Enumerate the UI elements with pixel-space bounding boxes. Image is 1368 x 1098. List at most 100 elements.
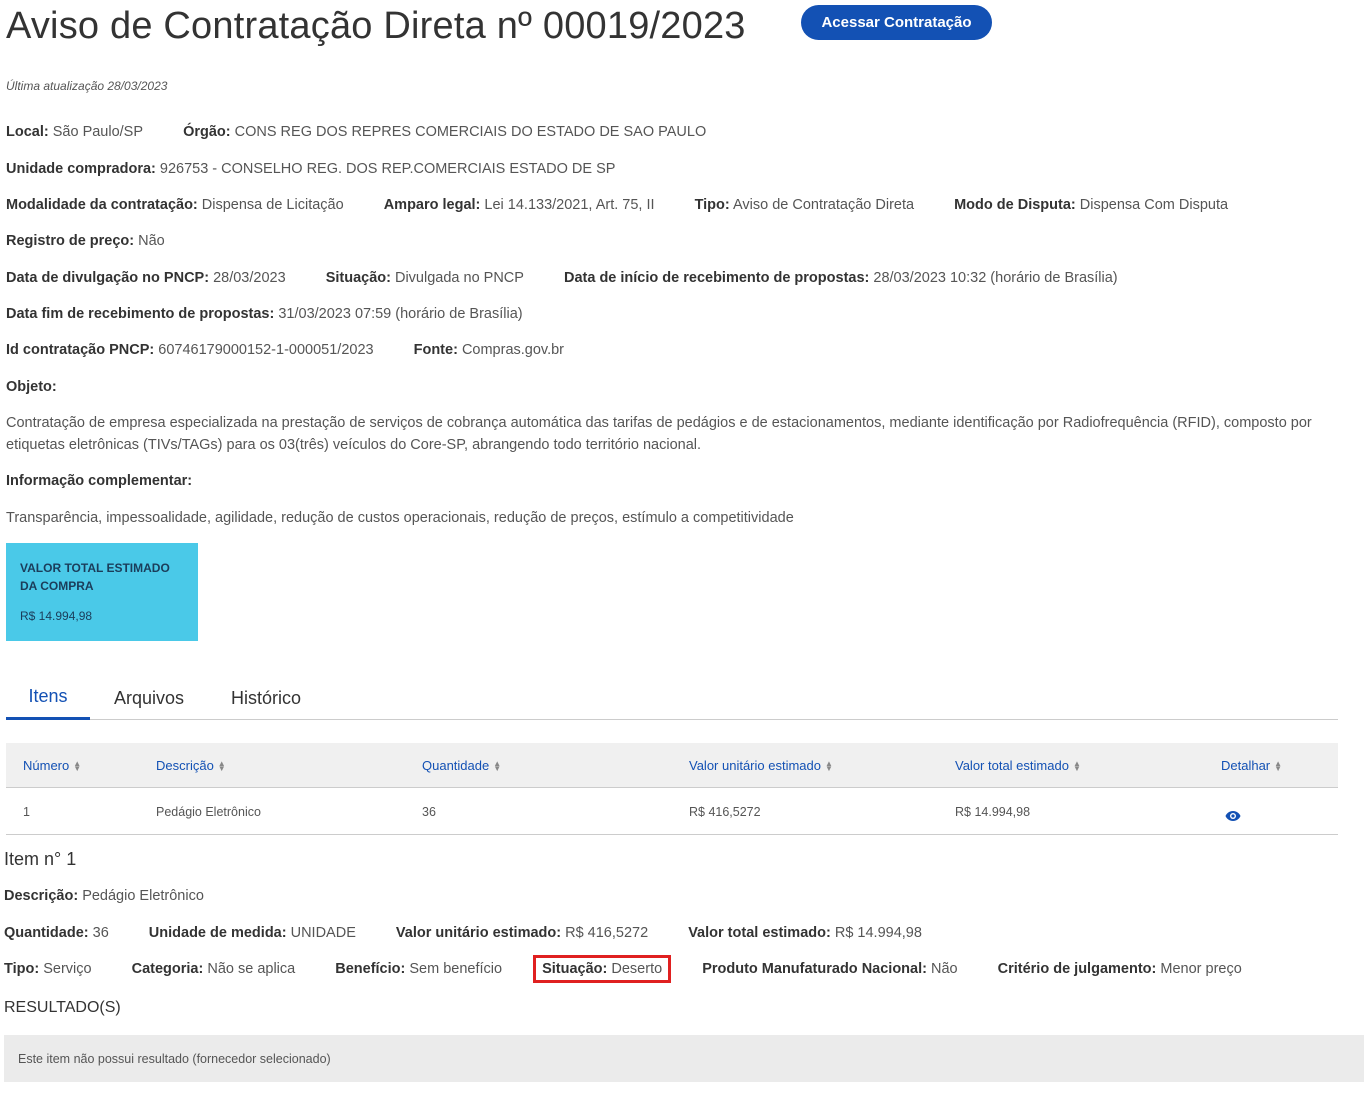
sort-icon: ▲ ▼ — [493, 758, 502, 773]
sort-icon: ▲ ▼ — [1072, 758, 1081, 773]
divulgacao-value: 28/03/2023 — [213, 270, 286, 286]
amparo-value: Lei 14.133/2021, Art. 75, II — [484, 197, 655, 213]
item-categoria-label: Categoria: — [131, 961, 204, 977]
total-value-card: VALOR TOTAL ESTIMADO DA COMPRA R$ 14.994… — [6, 543, 198, 641]
fim-label: Data fim de recebimento de propostas: — [6, 306, 275, 322]
item-quantidade-value: 36 — [92, 925, 109, 941]
sort-icon: ▲ ▼ — [1274, 758, 1283, 773]
item-produto-value: Não — [930, 961, 958, 977]
cell-valor-total: R$ 14.994,98 — [955, 804, 1031, 819]
item-values-row: Quantidade: 36 Unidade de medida: UNIDAD… — [4, 925, 958, 941]
unidade-row: Unidade compradora: 926753 - CONSELHO RE… — [6, 161, 651, 177]
item-quantidade-label: Quantidade: — [4, 925, 89, 941]
header-descricao-label: Descrição — [156, 758, 214, 773]
item-unitario-value: R$ 416,5272 — [565, 925, 649, 941]
id-value: 60746179000152-1-000051/2023 — [158, 342, 374, 358]
cell-numero: 1 — [23, 804, 30, 819]
local-value: São Paulo/SP — [52, 124, 144, 140]
results-empty-message: Este item não possui resultado (forneced… — [4, 1035, 1364, 1082]
modalidade-label: Modalidade da contratação: — [6, 197, 198, 213]
item-beneficio-value: Sem benefício — [409, 961, 503, 977]
item-unidade-value: UNIDADE — [290, 925, 356, 941]
tipo-value: Aviso de Contratação Direta — [732, 197, 915, 213]
fonte-label: Fonte: — [413, 342, 458, 358]
last-updated: Última atualização 28/03/2023 — [6, 79, 168, 93]
total-value-label: VALOR TOTAL ESTIMADO DA COMPRA — [20, 561, 170, 593]
results-title: RESULTADO(S) — [4, 999, 121, 1016]
header-detalhar[interactable]: Detalhar ▲ ▼ — [1221, 743, 1283, 788]
detail-button[interactable] — [1225, 792, 1241, 839]
registro-value: Não — [138, 233, 165, 249]
item-produto-label: Produto Manufaturado Nacional: — [702, 961, 927, 977]
info-label: Informação complementar: — [6, 473, 193, 489]
header-quantidade-label: Quantidade — [422, 758, 490, 773]
info-row: Informação complementar: — [6, 473, 192, 489]
item-descricao-label: Descrição: — [4, 888, 79, 904]
inicio-value: 28/03/2023 10:32 (horário de Brasília) — [873, 270, 1118, 286]
dates-row: Data de divulgação no PNCP: 28/03/2023 S… — [6, 270, 1154, 286]
header-valor-total-label: Valor total estimado — [955, 758, 1069, 773]
objeto-text: Contratação de empresa especializada na … — [6, 415, 1312, 453]
unidade-label: Unidade compradora: — [6, 161, 156, 177]
unidade-value: 926753 - CONSELHO REG. DOS REP.COMERCIAI… — [159, 161, 616, 177]
modo-label: Modo de Disputa: — [954, 197, 1076, 213]
header-valor-unitario[interactable]: Valor unitário estimado ▲ ▼ — [689, 743, 833, 788]
objeto-label: Objeto: — [6, 379, 57, 395]
tab-arquivos[interactable]: Arquivos — [100, 676, 198, 720]
item-descricao-value: Pedágio Eletrônico — [82, 888, 204, 904]
header-numero-label: Número — [23, 758, 70, 773]
fim-row: Data fim de recebimento de propostas: 31… — [6, 306, 559, 322]
item-attributes-row: Tipo: Serviço Categoria: Não se aplica B… — [4, 955, 1278, 983]
item-criterio-label: Critério de julgamento: — [997, 961, 1157, 977]
total-value-amount: R$ 14.994,98 — [20, 609, 93, 623]
item-tipo-value: Serviço — [43, 961, 92, 977]
local-label: Local: — [6, 124, 49, 140]
item-situacao-value: Deserto — [611, 961, 663, 977]
fim-value: 31/03/2023 07:59 (horário de Brasília) — [278, 306, 523, 322]
fonte-value: Compras.gov.br — [461, 342, 565, 358]
item-total-value: R$ 14.994,98 — [834, 925, 922, 941]
header-numero[interactable]: Número ▲ ▼ — [23, 743, 82, 788]
sort-icon: ▲ ▼ — [73, 758, 82, 773]
item-categoria-value: Não se aplica — [207, 961, 296, 977]
cell-valor-unitario: R$ 416,5272 — [689, 804, 761, 819]
id-label: Id contratação PNCP: — [6, 342, 155, 358]
header-quantidade[interactable]: Quantidade ▲ ▼ — [422, 743, 502, 788]
modalidade-value: Dispensa de Licitação — [201, 197, 344, 213]
item-tipo-label: Tipo: — [4, 961, 40, 977]
item-criterio-value: Menor preço — [1160, 961, 1242, 977]
header-descricao[interactable]: Descrição ▲ ▼ — [156, 743, 226, 788]
info-text: Transparência, impessoalidade, agilidade… — [6, 510, 794, 526]
inicio-label: Data de início de recebimento de propost… — [563, 270, 870, 286]
amparo-label: Amparo legal: — [383, 197, 481, 213]
header-valor-total[interactable]: Valor total estimado ▲ ▼ — [955, 743, 1081, 788]
tab-itens[interactable]: Itens — [6, 676, 90, 720]
cell-quantidade: 36 — [422, 804, 436, 819]
item-unitario-label: Valor unitário estimado: — [395, 925, 562, 941]
item-beneficio-label: Benefício: — [335, 961, 406, 977]
cell-descricao: Pedágio Eletrônico — [156, 804, 261, 819]
eye-icon — [1225, 810, 1241, 821]
header-valor-unitario-label: Valor unitário estimado — [689, 758, 821, 773]
tab-historico[interactable]: Histórico — [216, 676, 316, 720]
table-row: 1 Pedágio Eletrônico 36 R$ 416,5272 R$ 1… — [6, 788, 1338, 835]
orgao-label: Órgão: — [183, 124, 231, 140]
tab-bar: Itens Arquivos Histórico — [6, 676, 1338, 720]
sort-icon: ▲ ▼ — [825, 758, 833, 773]
page-title: Aviso de Contratação Direta nº 00019/202… — [6, 5, 746, 47]
id-row: Id contratação PNCP: 60746179000152-1-00… — [6, 342, 600, 358]
orgao-value: CONS REG DOS REPRES COMERCIAIS DO ESTADO… — [234, 124, 707, 140]
situacao-value: Divulgada no PNCP — [394, 270, 524, 286]
registro-row: Registro de preço: Não — [6, 233, 201, 249]
item-situacao-label: Situação: — [542, 961, 608, 977]
items-table-header: Número ▲ ▼ Descrição ▲ ▼ Quantidade ▲ ▼ Valor … — [6, 743, 1338, 788]
modalidade-row: Modalidade da contratação: Dispensa de L… — [6, 197, 1264, 213]
objeto-row: Objeto: — [6, 379, 57, 395]
registro-label: Registro de preço: — [6, 233, 135, 249]
access-contract-button[interactable]: Acessar Contratação — [801, 5, 992, 40]
tipo-label: Tipo: — [694, 197, 730, 213]
item-unidade-label: Unidade de medida: — [148, 925, 287, 941]
item-title: Item n° 1 — [4, 849, 77, 869]
divulgacao-label: Data de divulgação no PNCP: — [6, 270, 210, 286]
item-descricao-row: Descrição: Pedágio Eletrônico — [4, 888, 240, 904]
